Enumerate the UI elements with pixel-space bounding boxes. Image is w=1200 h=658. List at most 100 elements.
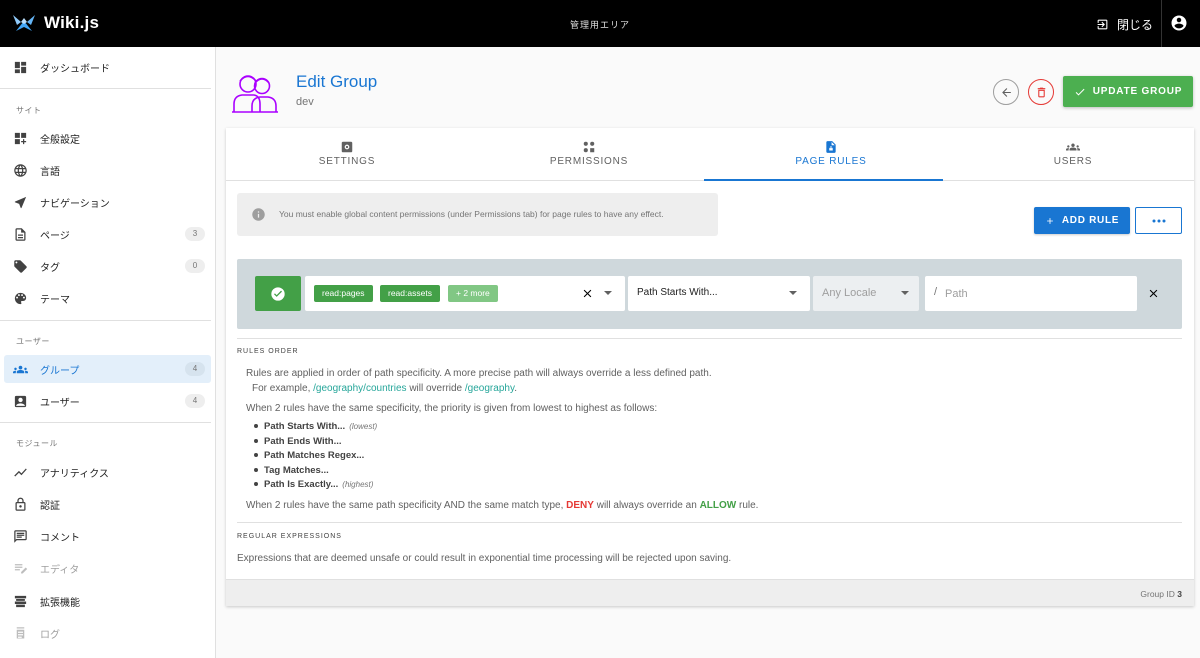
rules-order-text: Rules are applied in order of path speci… (246, 368, 712, 379)
section-header-users: ユーザー (16, 337, 50, 346)
sidebar-item-locale[interactable]: 言語 (4, 156, 211, 184)
pages-count-badge: 3 (185, 227, 205, 241)
close-admin-label: 閉じる (1117, 17, 1154, 32)
locale-select[interactable]: Any Locale (813, 276, 919, 311)
sidebar-item-analytics[interactable]: アナリティクス (4, 458, 211, 486)
dashboard-icon (12, 59, 28, 75)
sidebar-divider (0, 320, 211, 321)
sidebar-item-theme[interactable]: テーマ (4, 284, 211, 312)
tab-settings[interactable]: SETTINGS (226, 128, 468, 181)
sidebar-item-pages[interactable]: ページ 3 (4, 220, 211, 248)
chevron-down-icon (789, 291, 797, 295)
sidebar-item-comments[interactable]: コメント (4, 522, 211, 550)
more-permissions-chip[interactable]: + 2 more (448, 285, 498, 302)
list-item: Tag Matches... (254, 465, 329, 476)
page-lock-icon (824, 140, 838, 154)
tab-bar: SETTINGS PERMISSIONS PAGE RULES USERS (226, 128, 1194, 181)
wiki-logo-icon[interactable] (12, 12, 36, 34)
permission-chip[interactable]: read:pages (314, 285, 373, 302)
check-icon (1075, 88, 1085, 95)
page-title: Edit Group (296, 72, 378, 91)
lock-icon (12, 496, 28, 512)
users-count-badge: 4 (185, 394, 205, 408)
delete-group-button[interactable] (1028, 79, 1054, 105)
editor-icon (12, 560, 28, 576)
list-item: Path Starts With... (lowest) (254, 421, 377, 432)
list-item: Path Is Exactly... (highest) (254, 479, 373, 490)
dots-icon (1152, 219, 1165, 222)
add-rule-button[interactable]: ADD RULE (1034, 207, 1130, 234)
list-item: Path Matches Regex... (254, 450, 364, 461)
sidebar-item-label: テーマ (40, 295, 70, 306)
sidebar-item-navigation[interactable]: ナビゲーション (4, 188, 211, 216)
tag-icon (12, 258, 28, 274)
divider (237, 338, 1182, 339)
list-item-label: Path Ends With... (264, 436, 342, 447)
sidebar-item-groups[interactable]: グループ 4 (4, 355, 211, 383)
more-actions-button[interactable] (1135, 207, 1182, 234)
chevron-down-icon[interactable] (604, 291, 612, 295)
tab-page-rules[interactable]: PAGE RULES (710, 128, 952, 181)
rules-order-header: RULES ORDER (237, 348, 299, 355)
match-type-select[interactable]: Path Starts With... (628, 276, 810, 311)
sidebar-item-dashboard[interactable]: ダッシュボード (4, 53, 211, 81)
group-editor-card: SETTINGS PERMISSIONS PAGE RULES USERS Yo… (226, 128, 1194, 606)
plus-icon (1046, 217, 1053, 224)
page-icon (12, 226, 28, 242)
close-icon[interactable] (1147, 287, 1160, 300)
tab-label: PERMISSIONS (549, 156, 629, 167)
regex-text: Expressions that are deemed unsafe or co… (237, 553, 732, 564)
path-input[interactable] (925, 276, 1137, 311)
close-icon[interactable] (581, 287, 594, 300)
arrow-left-icon (1001, 87, 1011, 97)
update-group-button[interactable]: UPDATE GROUP (1063, 76, 1193, 107)
sidebar-item-label: タグ (40, 263, 60, 274)
sidebar-item-general[interactable]: 全般設定 (4, 124, 211, 152)
sidebar-item-auth[interactable]: 認証 (4, 490, 211, 518)
list-item-note: (highest) (342, 480, 374, 489)
tags-count-badge: 0 (185, 259, 205, 273)
sidebar-item-users[interactable]: ユーザー 4 (4, 387, 211, 415)
sidebar-item-logging[interactable]: ログ (4, 619, 211, 647)
back-button[interactable] (993, 79, 1019, 105)
list-item-label: Path Starts With... (264, 421, 346, 432)
group-avatar-icon (232, 75, 278, 113)
sidebar-item-label: ダッシュボード (40, 64, 110, 75)
general-icon (12, 130, 28, 146)
sidebar-item-extensions[interactable]: 拡張機能 (4, 587, 211, 615)
sidebar-item-tags[interactable]: タグ 0 (4, 252, 211, 280)
sidebar-item-label: 拡張機能 (40, 598, 80, 609)
sidebar-item-label: コメント (40, 533, 80, 544)
sidebar-item-editor[interactable]: エディタ (4, 554, 211, 582)
tab-users[interactable]: USERS (952, 128, 1194, 181)
comment-icon (12, 528, 28, 544)
sidebar-item-label: 認証 (40, 501, 60, 512)
permissions-select[interactable]: read:pages read:assets + 2 more (305, 276, 625, 311)
list-item-label: Path Is Exactly... (264, 479, 339, 490)
example-prefix: For example, (252, 383, 311, 394)
example-mid: will override (409, 383, 463, 394)
groups-icon (12, 361, 28, 377)
sidebar-item-label: 言語 (40, 167, 60, 178)
rule-allow-toggle[interactable] (255, 276, 301, 311)
deny-allow-prefix: When 2 rules have the same path specific… (246, 500, 564, 511)
tab-label: USERS (1053, 156, 1093, 167)
brand-name[interactable]: Wiki.js (44, 13, 99, 33)
example-path-link: /geography (464, 383, 515, 394)
info-alert-text: You must enable global content permissio… (279, 209, 664, 219)
permission-chip[interactable]: read:assets (380, 285, 440, 302)
allow-keyword: ALLOW (699, 500, 737, 511)
regex-header: REGULAR EXPRESSIONS (237, 533, 342, 540)
tab-permissions[interactable]: PERMISSIONS (468, 128, 710, 181)
sidebar-item-label: ユーザー (40, 398, 80, 409)
navigation-icon (12, 194, 28, 210)
info-icon (251, 207, 266, 222)
rules-order-example: For example, /geography/countries will o… (252, 383, 517, 394)
top-bar: Wiki.js 管理用エリア 閉じる (0, 0, 1200, 47)
update-group-label: UPDATE GROUP (1092, 86, 1183, 97)
match-type-value: Path Starts With... (637, 287, 718, 298)
trash-icon (1037, 87, 1045, 97)
sidebar-divider (0, 422, 211, 423)
account-icon[interactable] (1170, 14, 1188, 32)
close-admin-button[interactable]: 閉じる (1090, 10, 1159, 38)
